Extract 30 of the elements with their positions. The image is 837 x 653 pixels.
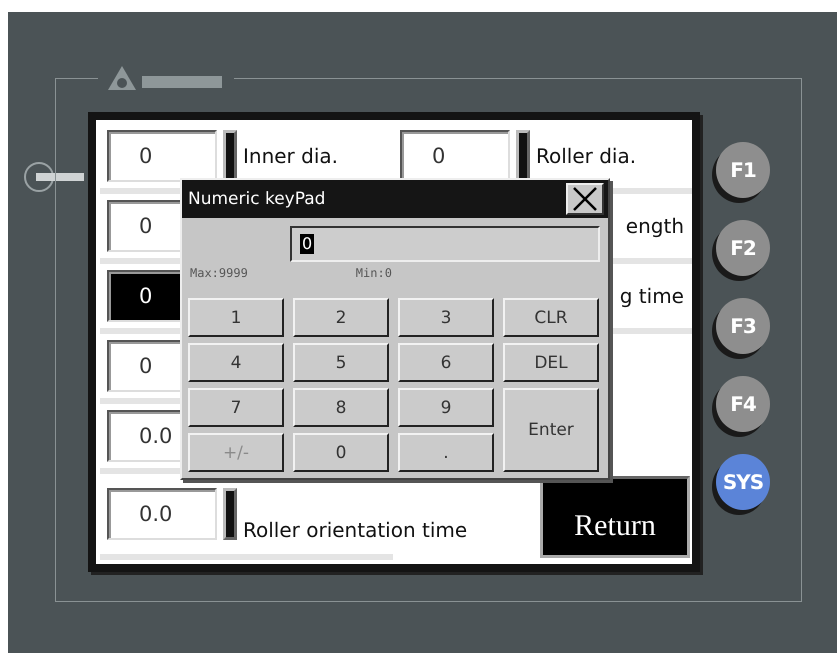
field-label: Roller dia. bbox=[536, 144, 638, 168]
key-button[interactable]: 3 bbox=[398, 298, 494, 337]
function-key[interactable]: SYS bbox=[716, 454, 770, 510]
key-button[interactable]: . bbox=[398, 433, 494, 472]
key-button[interactable]: 1 bbox=[188, 298, 284, 337]
input-field[interactable]: 0 bbox=[290, 226, 600, 262]
input-value: 0 bbox=[300, 234, 314, 254]
power-indicator-icon bbox=[22, 160, 86, 194]
field-label: g time bbox=[620, 284, 684, 308]
field-label: Roller orientation time bbox=[243, 518, 468, 544]
key-button[interactable]: 9 bbox=[398, 388, 494, 427]
key-button[interactable]: 5 bbox=[293, 343, 389, 382]
key-button[interactable]: CLR bbox=[503, 298, 599, 337]
close-button[interactable] bbox=[566, 183, 604, 215]
return-button[interactable]: Return bbox=[540, 476, 690, 558]
key-button[interactable]: 8 bbox=[293, 388, 389, 427]
key-button[interactable]: 4 bbox=[188, 343, 284, 382]
key-button[interactable]: 7 bbox=[188, 388, 284, 427]
value-field[interactable]: 0.0 bbox=[107, 488, 217, 540]
spin-handle[interactable] bbox=[223, 488, 237, 540]
key-button[interactable]: 6 bbox=[398, 343, 494, 382]
close-icon bbox=[572, 187, 598, 211]
field-label: Inner dia. bbox=[243, 144, 338, 168]
key-button[interactable]: Enter bbox=[503, 388, 599, 472]
key-button[interactable]: 2 bbox=[293, 298, 389, 337]
key-button[interactable]: 0 bbox=[293, 433, 389, 472]
field-label: ength bbox=[626, 214, 684, 238]
value-field[interactable]: 0 bbox=[107, 130, 217, 182]
min-limit: Min:0 bbox=[356, 266, 392, 280]
key-button[interactable]: DEL bbox=[503, 343, 599, 382]
